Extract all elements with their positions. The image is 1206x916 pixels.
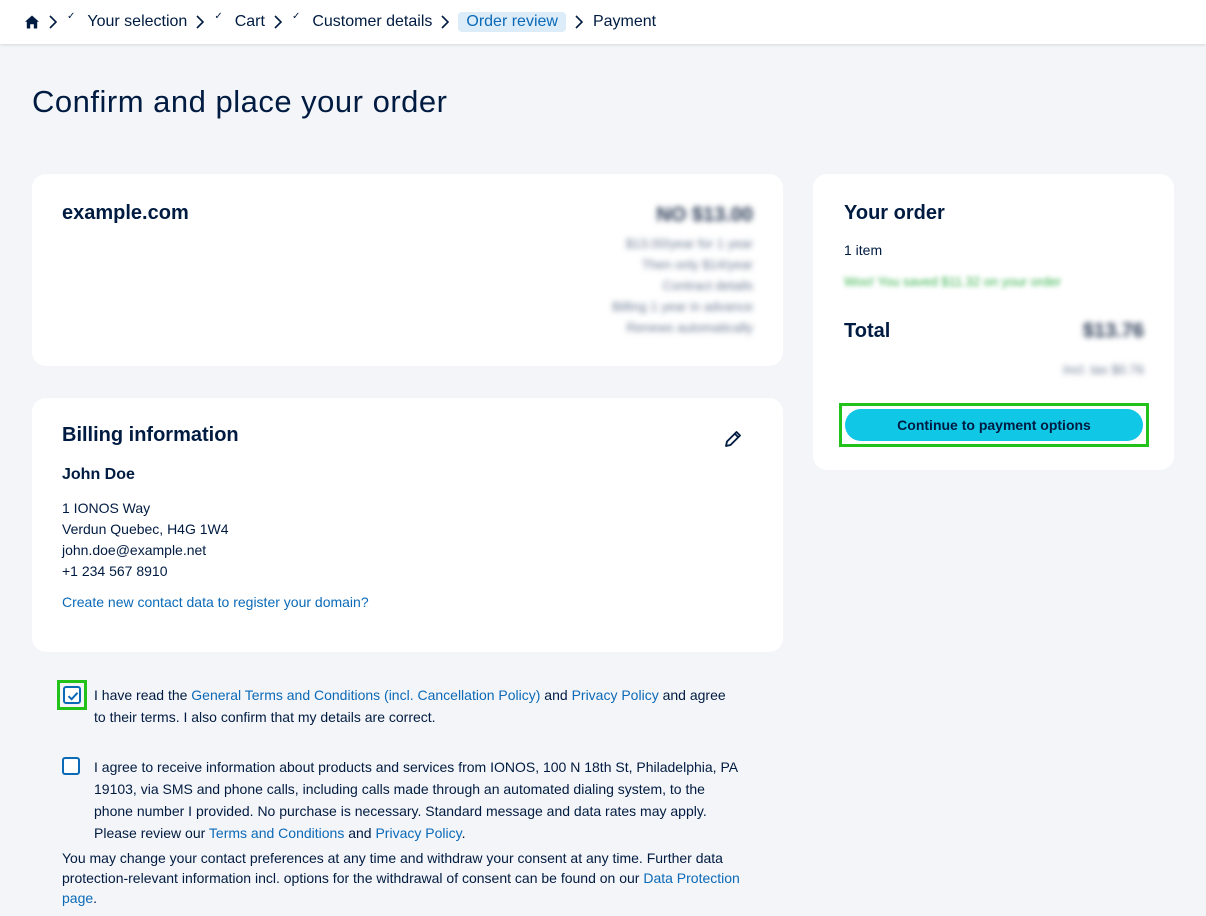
total-label: Total	[844, 320, 891, 342]
marketing-privacy-policy-link[interactable]: Privacy Policy	[375, 825, 461, 841]
product-card: example.com NO $13.00 $13.00/year for 1 …	[32, 174, 783, 366]
home-icon[interactable]	[24, 14, 40, 30]
terms-checkbox[interactable]	[63, 686, 81, 704]
terms-and-conditions-link[interactable]: Terms and Conditions	[209, 825, 344, 841]
contact-email: john.doe@example.net	[62, 542, 207, 558]
address-line-1: 1 IONOS Way	[62, 500, 151, 516]
order-title: Your order	[844, 202, 945, 224]
address-line-2: Verdun Quebec, H4G 1W4	[62, 521, 229, 537]
page-title: Confirm and place your order	[32, 84, 448, 119]
general-terms-link[interactable]: General Terms and Conditions (incl. Canc…	[191, 687, 540, 703]
tax-value: Incl. tax $0.76	[1063, 362, 1144, 377]
create-contact-link[interactable]: Create new contact data to register your…	[62, 594, 369, 610]
breadcrumb-payment: Payment	[592, 13, 657, 30]
marketing-checkbox[interactable]	[62, 757, 80, 775]
chevron-right-icon	[274, 15, 284, 29]
chevron-right-icon	[575, 15, 585, 29]
check-icon: ✓	[214, 10, 223, 22]
footer-text: You may change your contact preferences …	[62, 850, 723, 886]
cta-highlight: Continue to payment options	[839, 403, 1149, 447]
contact-name: John Doe	[62, 466, 135, 483]
product-detail-line: Then only $14/year	[641, 257, 753, 272]
chevron-right-icon	[196, 15, 206, 29]
savings-text: Woo! You saved $11.32 on your order	[844, 274, 1062, 289]
contact-phone: +1 234 567 8910	[62, 563, 168, 579]
checkbox-highlight	[57, 680, 87, 710]
terms-and: and	[540, 687, 572, 703]
breadcrumb: ✓ Your selection ✓ Cart ✓ Customer detai…	[0, 0, 1206, 44]
total-value: $13.76	[1082, 320, 1144, 342]
check-icon: ✓	[67, 10, 76, 22]
breadcrumb-cart[interactable]: Cart	[235, 13, 265, 31]
product-price: NO $13.00	[656, 204, 753, 226]
product-detail-line: $13.00/year for 1 year	[625, 236, 753, 251]
chevron-right-icon	[441, 15, 451, 29]
footer-end: .	[93, 890, 98, 906]
data-protection-note: You may change your contact preferences …	[62, 848, 752, 908]
breadcrumb-order-review: Order review	[458, 12, 566, 32]
billing-title: Billing information	[62, 424, 239, 446]
check-icon: ✓	[291, 10, 301, 22]
order-summary-card: Your order 1 item Woo! You saved $11.32 …	[813, 174, 1174, 470]
billing-card: Billing information John Doe 1 IONOS Way…	[32, 398, 783, 652]
marketing-consent-text: I agree to receive information about pro…	[94, 756, 744, 844]
product-price-details: NO $13.00 $13.00/year for 1 year Then on…	[612, 204, 753, 338]
marketing-and: and	[344, 825, 376, 841]
marketing-end: .	[461, 825, 466, 841]
breadcrumb-your-selection[interactable]: Your selection	[87, 13, 187, 31]
chevron-right-icon	[49, 15, 59, 29]
continue-to-payment-button[interactable]: Continue to payment options	[845, 409, 1143, 441]
breadcrumb-customer-details[interactable]: Customer details	[312, 13, 432, 31]
product-name: example.com	[62, 202, 189, 224]
product-detail-line[interactable]: Contract details	[612, 275, 753, 296]
product-detail-line: Renews automatically	[626, 320, 753, 335]
terms-prefix: I have read the	[94, 687, 192, 703]
pencil-icon[interactable]	[722, 428, 744, 450]
item-count: 1 item	[844, 242, 883, 258]
privacy-policy-link[interactable]: Privacy Policy	[572, 687, 659, 703]
product-detail-line: Billing 1 year in advance	[612, 299, 753, 314]
billing-address: 1 IONOS Way Verdun Quebec, H4G 1W4 john.…	[62, 498, 229, 582]
terms-consent-text: I have read the General Terms and Condit…	[94, 684, 734, 728]
